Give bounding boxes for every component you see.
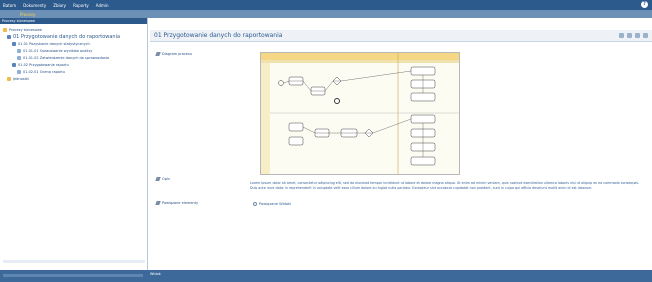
diagram-label-text: Diagram procesu xyxy=(162,52,192,56)
print-icon[interactable] xyxy=(619,33,624,38)
diagram-subheader-band xyxy=(261,60,459,63)
pencil-icon[interactable] xyxy=(155,177,161,181)
tree-node[interactable]: 01.01 Pozyskanie danych statystycznych xyxy=(3,40,144,47)
top-menu-bar: Batom Dokumenty Zbiory Raporty Admin ? xyxy=(0,0,652,10)
status-scrollbar[interactable] xyxy=(3,274,143,277)
process-icon xyxy=(12,62,16,67)
tree-node-label: 01.02.01 Ocena raportu xyxy=(23,69,65,74)
status-tab-0[interactable]: Widok xyxy=(150,272,161,276)
document-icon xyxy=(17,69,21,74)
process-tree-panel: Procesy biznesowe Procesy biznesowe 01 P… xyxy=(0,18,148,269)
search-icon xyxy=(253,202,257,206)
relations-link[interactable]: Powiązane Widoki xyxy=(253,202,291,206)
task-box xyxy=(410,92,436,102)
diagram-label: Diagram procesu xyxy=(155,52,192,56)
pencil-icon[interactable] xyxy=(155,201,161,205)
task-box xyxy=(288,136,304,146)
main-menu: Batom Dokumenty Zbiory Raporty Admin xyxy=(3,3,109,8)
process-icon xyxy=(7,34,11,39)
task-box xyxy=(410,66,436,76)
relations-label: Powiązane elementy xyxy=(155,201,199,205)
tree-node-label: Procesy biznesowe xyxy=(9,27,43,32)
tree-node[interactable]: 01.01.01 Opracowanie wyników analizy xyxy=(3,47,144,54)
menu-item-0[interactable]: Batom xyxy=(3,3,16,8)
process-tree: Procesy biznesowe 01 Przygotowanie danyc… xyxy=(0,24,147,84)
pool-label-band xyxy=(261,63,270,174)
task-box xyxy=(410,156,436,166)
process-diagram-svg xyxy=(261,53,459,174)
menu-item-4[interactable]: Admin xyxy=(96,3,109,8)
edit-icon[interactable] xyxy=(635,33,640,38)
description-text: Lorem ipsum dolor sit amet, consectetur … xyxy=(250,181,639,190)
status-bar: Widok xyxy=(0,270,652,282)
help-icon[interactable]: ? xyxy=(641,1,648,8)
sequence-flow xyxy=(283,70,412,92)
sub-nav-bar: Procesy xyxy=(0,10,652,18)
relations-label-text: Powiązane elementy xyxy=(162,201,199,205)
settings-icon[interactable] xyxy=(643,33,648,38)
tree-node[interactable]: Jednostki xyxy=(3,75,144,82)
tree-node[interactable]: 01.01.02 Zatwierdzenie danych do sprawoz… xyxy=(3,54,144,61)
process-icon xyxy=(12,41,16,46)
subnav-item-processes[interactable]: Procesy xyxy=(20,12,35,17)
process-diagram[interactable] xyxy=(260,52,460,175)
tree-node-label: 01.01.02 Zatwierdzenie danych do sprawoz… xyxy=(23,55,110,60)
tree-horizontal-scrollbar[interactable] xyxy=(3,260,145,263)
tree-node-label: 01 Przygotowanie danych do raportowania xyxy=(13,33,121,40)
document-icon xyxy=(17,48,21,53)
description-label-text: Opis xyxy=(162,177,170,181)
menu-item-2[interactable]: Zbiory xyxy=(53,3,66,8)
folder-icon xyxy=(7,76,11,81)
tree-node[interactable]: 01.02 Przygotowanie raportu xyxy=(3,61,144,68)
folder-icon xyxy=(3,27,7,32)
tree-node-label: Jednostki xyxy=(13,76,29,81)
diagram-header-band xyxy=(261,53,459,60)
task-box xyxy=(410,114,436,124)
document-icon xyxy=(17,55,21,60)
relations-link-text: Powiązane Widoki xyxy=(259,202,292,206)
tree-node-selected[interactable]: 01 Przygotowanie danych do raportowania xyxy=(3,33,144,40)
export-icon[interactable] xyxy=(627,33,632,38)
tree-node[interactable]: 01.02.01 Ocena raportu xyxy=(3,68,144,75)
menu-item-1[interactable]: Dokumenty xyxy=(23,3,46,8)
title-toolbar xyxy=(619,33,648,38)
menu-item-3[interactable]: Raporty xyxy=(73,3,89,8)
page-title: 01 Przygotowanie danych do raportowania xyxy=(154,32,283,39)
pencil-icon[interactable] xyxy=(155,52,161,56)
task-box xyxy=(288,122,304,132)
end-event xyxy=(334,98,340,104)
content-titlebar: 01 Przygotowanie danych do raportowania xyxy=(150,30,652,42)
tree-node-label: 01.01 Pozyskanie danych statystycznych xyxy=(18,41,90,46)
status-tabs: Widok xyxy=(150,272,185,276)
description-label: Opis xyxy=(155,177,170,181)
tree-node-label: 01.01.01 Opracowanie wyników analizy xyxy=(23,48,93,53)
start-event xyxy=(278,80,284,86)
tree-node-label: 01.02 Przygotowanie raportu xyxy=(18,62,69,67)
tree-node[interactable]: Procesy biznesowe xyxy=(3,26,144,33)
